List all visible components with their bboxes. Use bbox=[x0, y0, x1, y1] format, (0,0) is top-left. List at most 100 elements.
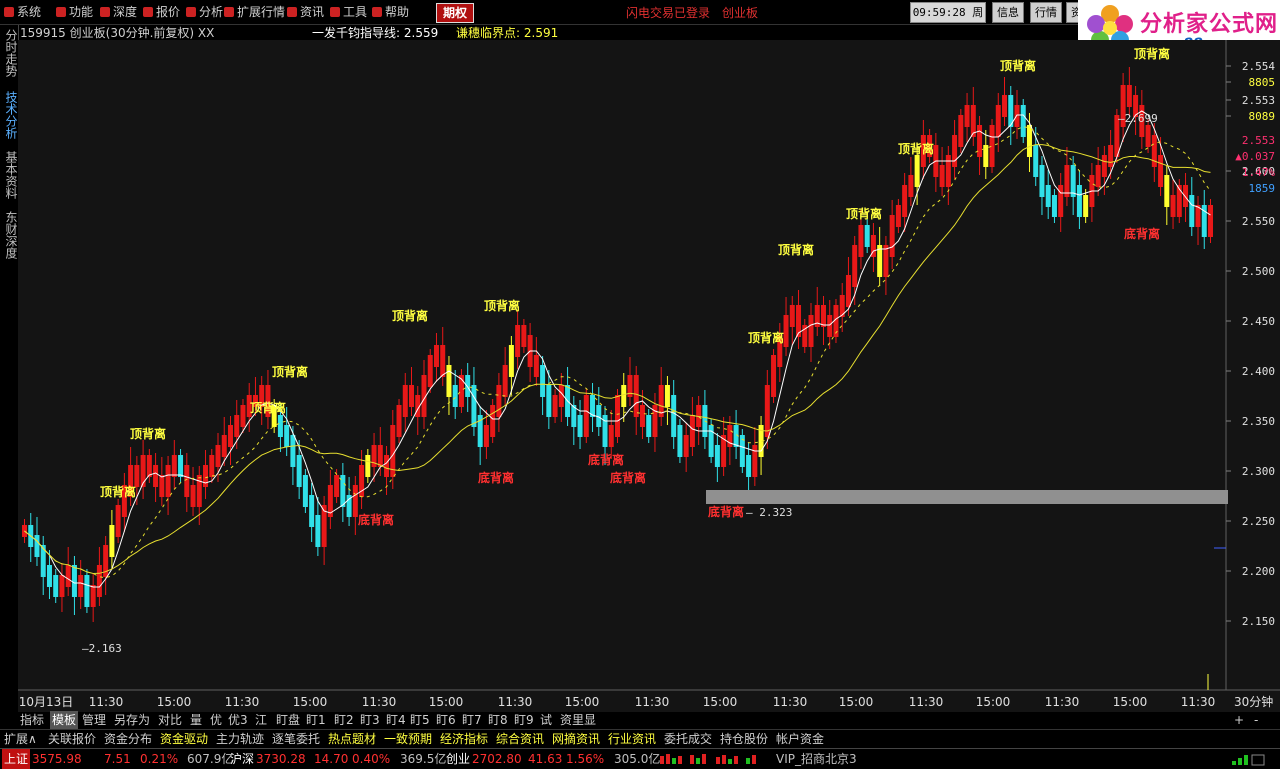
menu-news[interactable]: 资讯 bbox=[287, 3, 324, 21]
candle-body bbox=[59, 575, 65, 597]
toolbar1-item[interactable]: 试 bbox=[540, 711, 552, 729]
menu-extended-quotes[interactable]: 扩展行情 bbox=[224, 3, 285, 21]
toolbar1-item[interactable]: 对比 bbox=[158, 711, 182, 729]
toolbar2-item[interactable]: 持仓股份 bbox=[720, 730, 768, 748]
toolbar2-item[interactable]: 行业资讯 bbox=[608, 730, 656, 748]
quote-button[interactable]: 行情 bbox=[1030, 2, 1062, 23]
toolbar1-item[interactable]: 管理 bbox=[82, 711, 106, 729]
candle-body bbox=[964, 105, 970, 127]
menu-function[interactable]: 功能 bbox=[56, 3, 93, 21]
toolbar2-item[interactable]: 一致预期 bbox=[384, 730, 432, 748]
x-tick-label: 11:30 bbox=[225, 695, 260, 709]
candle-body bbox=[664, 385, 670, 407]
menu-help[interactable]: 帮助 bbox=[372, 3, 409, 21]
toolbar2-item[interactable]: 综合资讯 bbox=[496, 730, 544, 748]
toolbar1-item[interactable]: 资里显 bbox=[560, 711, 596, 729]
candle-body bbox=[689, 415, 695, 447]
candle-body bbox=[396, 405, 402, 437]
menu-system[interactable]: 系统 bbox=[4, 3, 41, 21]
toolbar1-item[interactable]: 盯7 bbox=[462, 711, 482, 729]
menu-analysis[interactable]: 分析 bbox=[186, 3, 223, 21]
candle-body bbox=[90, 585, 96, 607]
tab-intraday[interactable]: 分时走势 bbox=[1, 29, 18, 77]
toolbar1-item[interactable]: 盯8 bbox=[488, 711, 508, 729]
candle-body bbox=[858, 225, 864, 257]
news-icon bbox=[287, 7, 297, 17]
toolbar2-item[interactable]: 委托成交 bbox=[664, 730, 712, 748]
toolbar1-item[interactable]: 量 bbox=[190, 711, 202, 729]
toolbar1-item[interactable]: 盯9 bbox=[514, 711, 534, 729]
toolbar2-item[interactable]: 热点题材 bbox=[328, 730, 376, 748]
toolbar1-item[interactable]: 指标 bbox=[20, 711, 44, 729]
candle-body bbox=[440, 345, 446, 377]
toolbar2-item[interactable]: 资金分布 bbox=[104, 730, 152, 748]
toolbar1-item[interactable]: 优 bbox=[210, 711, 222, 729]
toolbar1-item[interactable]: 盯2 bbox=[334, 711, 354, 729]
candle-body bbox=[490, 405, 496, 437]
candle-body bbox=[1189, 195, 1195, 227]
sh-label[interactable]: 上证 bbox=[2, 749, 31, 769]
toolbar1-item[interactable]: 盯盘 bbox=[276, 711, 300, 729]
x-tick-label: 15:00 bbox=[157, 695, 192, 709]
hs-amount: 369.5亿 bbox=[400, 752, 447, 766]
candle-body bbox=[895, 205, 901, 227]
toolbar1-item[interactable]: 江 bbox=[255, 711, 267, 729]
toolbar1-item[interactable]: 盯1 bbox=[306, 711, 326, 729]
toolbar2-item[interactable]: 帐户资金 bbox=[776, 730, 824, 748]
tab-eastmoney-depth[interactable]: 东财深度 bbox=[1, 211, 18, 259]
x-tick-label: 15:00 bbox=[1113, 695, 1148, 709]
candle-body bbox=[184, 465, 190, 497]
toolbar1-item[interactable]: 盯3 bbox=[360, 711, 380, 729]
toolbar1-item[interactable]: 另存为 bbox=[114, 711, 150, 729]
toolbar2-item[interactable]: 资金驱动 bbox=[160, 730, 208, 748]
menu-depth[interactable]: 深度 bbox=[100, 3, 137, 21]
toolbar2-item[interactable]: 经济指标 bbox=[440, 730, 488, 748]
vip-account[interactable]: VIP_招商北京3 bbox=[776, 749, 857, 769]
tab-technical[interactable]: 技术分析 bbox=[1, 91, 18, 139]
candle-body bbox=[889, 215, 895, 257]
candle-body bbox=[290, 435, 296, 467]
candle-body bbox=[53, 575, 59, 597]
tab-fundamentals[interactable]: 基本资料 bbox=[1, 151, 18, 199]
tools-icon bbox=[330, 7, 340, 17]
candle-body bbox=[215, 445, 221, 467]
toolbar2-item[interactable]: 扩展∧ bbox=[4, 730, 37, 748]
zoom-in-button[interactable]: + bbox=[1234, 711, 1244, 729]
cy-label[interactable]: 创业 bbox=[446, 749, 470, 769]
candle-body bbox=[84, 575, 90, 607]
y-tick-label: 2.554 bbox=[1242, 60, 1275, 73]
x-tick-label: 11:30 bbox=[635, 695, 670, 709]
x-tick-label: 11:30 bbox=[773, 695, 808, 709]
candle-body bbox=[608, 425, 614, 447]
bottom-divergence-label: 底背离 bbox=[1124, 226, 1160, 241]
toolbar2-item[interactable]: 主力轨迹 bbox=[216, 730, 264, 748]
toolbar2-item[interactable]: 关联报价 bbox=[48, 730, 96, 748]
toolbar1-item[interactable]: 盯5 bbox=[410, 711, 430, 729]
info-button[interactable]: 信息 bbox=[992, 2, 1024, 23]
toolbar1-item[interactable]: 模板 bbox=[50, 711, 79, 729]
hs-label[interactable]: 沪深 bbox=[230, 749, 254, 769]
toolbar2-item[interactable]: 网摘资讯 bbox=[552, 730, 600, 748]
candle-body bbox=[546, 385, 552, 417]
menu-tools[interactable]: 工具 bbox=[330, 3, 367, 21]
toolbar2-item[interactable]: 逐笔委托 bbox=[272, 730, 320, 748]
candle-body bbox=[995, 105, 1001, 137]
candle-body bbox=[46, 565, 52, 587]
tab-options[interactable]: 期权 bbox=[436, 3, 475, 23]
low-value-label: —2.163 bbox=[82, 642, 122, 655]
toolbar1-item[interactable]: 盯4 bbox=[386, 711, 406, 729]
candlestick-chart[interactable]: 顶背离顶背离顶背离顶背离顶背离顶背离顶背离顶背离顶背离顶背离顶背离顶背离底背离底… bbox=[18, 40, 1280, 712]
menu-quote[interactable]: 报价 bbox=[143, 3, 180, 21]
clock: 09:59:28 周四 bbox=[910, 2, 986, 38]
candle-body bbox=[540, 365, 546, 397]
candle-body bbox=[1101, 155, 1107, 177]
x-tick-label: 15:00 bbox=[976, 695, 1011, 709]
zoom-out-button[interactable]: - bbox=[1254, 711, 1258, 729]
candle-body bbox=[577, 415, 583, 437]
toolbar1-item[interactable]: 盯6 bbox=[436, 711, 456, 729]
candle-body bbox=[508, 345, 514, 377]
toolbar1-item[interactable]: 优3 bbox=[228, 711, 248, 729]
x-period-label: 30分钟 bbox=[1234, 694, 1273, 709]
candle-body bbox=[1208, 205, 1213, 237]
candle-body bbox=[409, 385, 415, 407]
